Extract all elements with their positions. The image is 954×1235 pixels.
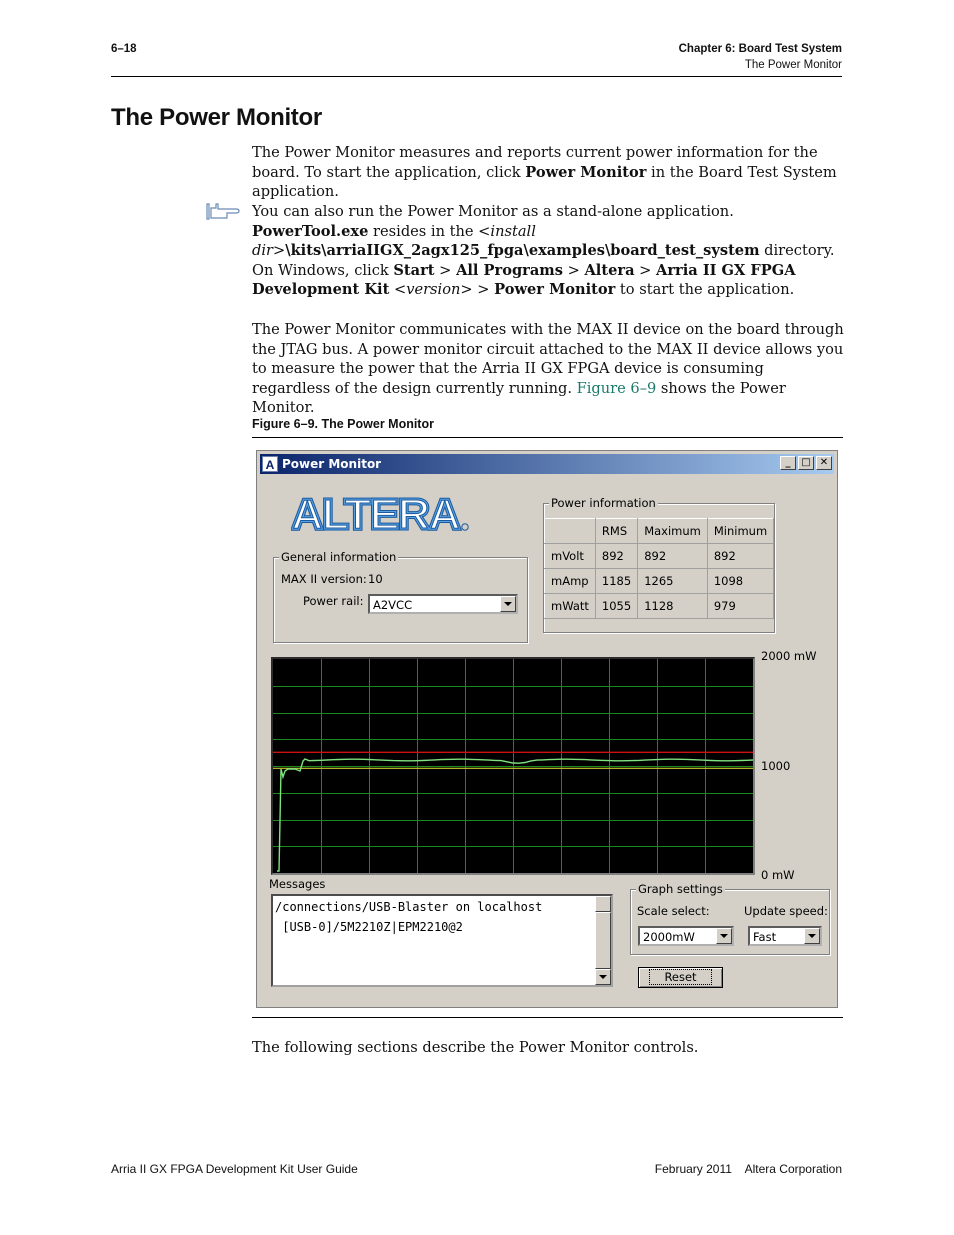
column-header: Maximum — [637, 518, 708, 544]
power-rail-select[interactable]: A2VCC — [368, 594, 518, 614]
messages-textarea[interactable]: /connections/USB-Blaster on localhost [U… — [271, 894, 613, 987]
figure-rule-top — [252, 437, 843, 438]
arrow-down-icon — [599, 975, 607, 979]
update-speed-select[interactable]: Fast — [748, 926, 822, 946]
table-cell: 1265 — [637, 568, 708, 594]
table-row: mAmp 1185 1265 1098 — [544, 568, 775, 594]
table-cell: 1128 — [637, 593, 708, 619]
page-title: The Power Monitor — [111, 104, 322, 131]
chapter-title: Chapter 6: Board Test System — [678, 43, 842, 55]
note-paragraph: You can also run the Power Monitor as a … — [252, 203, 835, 299]
update-speed-value: Fast — [753, 930, 777, 944]
table-cell: 1055 — [594, 593, 639, 619]
svg-text:ALTERA: ALTERA — [291, 493, 460, 535]
table-cell: 892 — [594, 543, 639, 569]
graph-settings-label: Graph settings — [636, 882, 725, 896]
power-graph — [271, 657, 755, 875]
header-rule — [111, 76, 842, 77]
general-info-group: General information MAX II version: 10 P… — [273, 550, 528, 643]
power-monitor-window: A Power Monitor _ □ ✕ ALTERA ALTERA Gene… — [256, 450, 838, 1008]
close-button[interactable]: ✕ — [816, 456, 832, 470]
table-row: mVolt 892 892 892 — [544, 543, 775, 569]
table-cell: 979 — [706, 593, 775, 619]
general-info-label: General information — [279, 550, 399, 564]
graph-max-label: 2000 mW — [761, 649, 817, 663]
power-trace-line — [277, 758, 754, 872]
message-line: [USB-0]/5M2210Z|EPM2210@2 — [275, 920, 463, 934]
scroll-down-button[interactable] — [595, 969, 611, 985]
column-header: RMS — [594, 518, 639, 544]
figure-rule-bottom — [252, 1017, 843, 1018]
table-header-row: RMS Maximum Minimum — [544, 518, 775, 544]
reset-button[interactable]: Reset — [638, 967, 723, 988]
graph-mid-label: 1000 — [761, 759, 791, 773]
figure-link[interactable]: Figure 6–9 — [577, 380, 657, 397]
figure-caption: Figure 6–9. The Power Monitor — [252, 417, 434, 431]
scale-select-label: Scale select: — [637, 904, 710, 918]
scroll-up-button[interactable] — [595, 896, 611, 912]
power-rail-value: A2VCC — [373, 598, 413, 612]
chevron-down-icon[interactable] — [716, 928, 732, 944]
row-label: mAmp — [544, 568, 596, 594]
section-title: The Power Monitor — [744, 59, 842, 71]
footer-date-company: February 2011 Altera Corporation — [654, 1162, 842, 1176]
graph-settings-group: Graph settings Scale select: Update spee… — [630, 882, 830, 955]
pointing-hand-icon — [206, 203, 240, 220]
power-info-table: RMS Maximum Minimum mVolt 892 892 892 mA… — [544, 518, 775, 619]
chevron-down-icon[interactable] — [500, 596, 516, 612]
power-rail-label: Power rail: — [303, 594, 364, 608]
page-number: 6–18 — [111, 43, 137, 55]
table-row: mWatt 1055 1128 979 — [544, 593, 775, 619]
max-version-label: MAX II version: — [281, 572, 367, 586]
messages-label: Messages — [269, 877, 326, 891]
power-info-group: Power information RMS Maximum Minimum mV… — [543, 496, 775, 633]
intro-paragraph: The Power Monitor measures and reports c… — [252, 144, 837, 201]
altera-logo: ALTERA ALTERA — [291, 493, 469, 535]
scale-select[interactable]: 2000mW — [638, 926, 734, 946]
scale-select-value: 2000mW — [643, 930, 695, 944]
table-cell: 1185 — [594, 568, 639, 594]
footer-title: Arria II GX FPGA Development Kit User Gu… — [111, 1162, 358, 1176]
window-title: Power Monitor — [282, 457, 382, 471]
graph-min-label: 0 mW — [761, 868, 795, 882]
row-label: mWatt — [544, 593, 596, 619]
table-cell: 892 — [637, 543, 708, 569]
description-paragraph: The Power Monitor communicates with the … — [252, 321, 844, 417]
column-header: Minimum — [706, 518, 775, 544]
row-label: mVolt — [544, 543, 596, 569]
max-version-value: 10 — [368, 572, 383, 586]
scroll-thumb[interactable] — [595, 912, 611, 969]
table-cell: 892 — [706, 543, 775, 569]
minimize-button[interactable]: _ — [780, 456, 796, 470]
reset-label: Reset — [649, 969, 712, 985]
power-info-label: Power information — [549, 496, 658, 510]
maximize-button[interactable]: □ — [798, 456, 814, 470]
window-titlebar[interactable]: A Power Monitor _ □ ✕ — [260, 454, 834, 474]
message-line: /connections/USB-Blaster on localhost — [275, 900, 543, 914]
graph-canvas — [273, 659, 754, 873]
app-icon: A — [262, 456, 278, 472]
messages-scrollbar[interactable] — [595, 896, 611, 985]
table-cell: 1098 — [706, 568, 775, 594]
chevron-down-icon[interactable] — [804, 928, 820, 944]
update-speed-label: Update speed: — [744, 904, 828, 918]
closing-paragraph: The following sections describe the Powe… — [252, 1039, 699, 1056]
